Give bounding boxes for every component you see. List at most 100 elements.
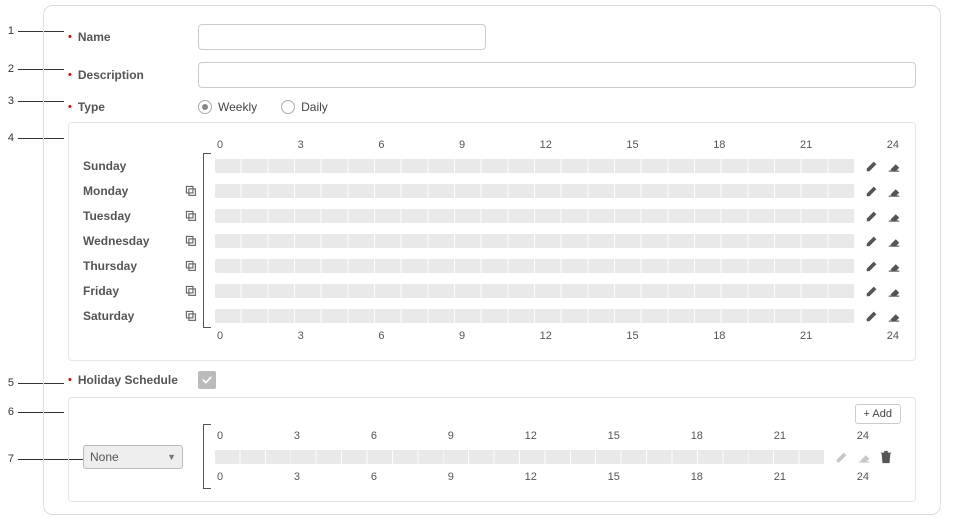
schedule-bar-row <box>215 253 901 278</box>
type-label: Type <box>78 100 105 114</box>
callout-1: 1 <box>2 25 14 37</box>
axis-tick: 18 <box>691 430 703 442</box>
required-marker: • <box>68 70 72 81</box>
day-label: Wednesday <box>83 234 149 248</box>
schedule-time-bar[interactable] <box>215 309 855 323</box>
required-marker: • <box>68 32 72 43</box>
copy-day-icon[interactable] <box>183 259 197 273</box>
radio-label: Weekly <box>218 100 257 114</box>
axis-tick: 12 <box>540 330 552 342</box>
schedule-time-bar[interactable] <box>215 284 855 298</box>
bracket-left <box>203 424 211 489</box>
day-row: Tuesday <box>83 203 203 228</box>
erase-icon[interactable] <box>887 184 901 198</box>
axis-top: 03691215182124 <box>215 133 901 153</box>
schedule-bar-row <box>215 303 901 328</box>
schedule-bar-row <box>215 178 901 203</box>
edit-icon[interactable] <box>865 309 879 323</box>
name-label: Name <box>78 30 111 44</box>
schedule-time-bar[interactable] <box>215 259 855 273</box>
edit-icon[interactable] <box>865 159 879 173</box>
axis-tick: 24 <box>857 471 869 483</box>
erase-icon[interactable] <box>887 159 901 173</box>
edit-icon[interactable] <box>865 284 879 298</box>
day-row: Friday <box>83 278 203 303</box>
description-row: • Description <box>68 62 916 88</box>
type-radio-daily[interactable]: Daily <box>281 100 328 114</box>
day-label: Tuesday <box>83 209 131 223</box>
type-radio-weekly[interactable]: Weekly <box>198 100 257 114</box>
edit-icon[interactable] <box>865 209 879 223</box>
radio-icon <box>198 100 212 114</box>
schedule-bar-row <box>215 153 901 178</box>
copy-day-icon[interactable] <box>183 234 197 248</box>
erase-icon[interactable] <box>887 284 901 298</box>
schedule-time-bar[interactable] <box>215 159 855 173</box>
axis-tick: 0 <box>217 139 223 151</box>
axis-bottom: 03691215182124 <box>215 328 901 348</box>
schedule-time-bar[interactable] <box>215 184 855 198</box>
axis-tick: 18 <box>713 139 725 151</box>
edit-icon[interactable] <box>865 184 879 198</box>
description-input[interactable] <box>198 62 916 88</box>
schedule-time-bar[interactable] <box>215 234 855 248</box>
callout-6: 6 <box>2 406 14 418</box>
axis-tick: 6 <box>371 471 377 483</box>
edit-icon[interactable] <box>865 234 879 248</box>
name-input[interactable] <box>198 24 486 50</box>
axis-tick: 0 <box>217 330 223 342</box>
form-panel: • Name • Description • Type Weekly Daily <box>43 5 941 515</box>
axis-tick: 9 <box>448 430 454 442</box>
type-radio-group: Weekly Daily <box>198 100 328 114</box>
axis-tick: 3 <box>298 330 304 342</box>
day-row: Thursday <box>83 253 203 278</box>
holiday-schedule-row: • Holiday Schedule <box>68 371 916 389</box>
edit-icon <box>835 450 849 464</box>
copy-day-icon[interactable] <box>183 284 197 298</box>
holiday-bar-row <box>215 444 871 469</box>
axis-tick: 24 <box>887 330 899 342</box>
erase-icon[interactable] <box>887 209 901 223</box>
holiday-time-bar[interactable] <box>215 450 825 464</box>
axis-tick: 21 <box>800 139 812 151</box>
edit-icon[interactable] <box>865 259 879 273</box>
delete-icon[interactable] <box>879 450 893 464</box>
radio-icon <box>281 100 295 114</box>
axis-tick: 0 <box>217 471 223 483</box>
axis-tick: 0 <box>217 430 223 442</box>
callout-2: 2 <box>2 63 14 75</box>
erase-icon[interactable] <box>887 309 901 323</box>
erase-icon[interactable] <box>887 259 901 273</box>
schedule-bar-row <box>215 203 901 228</box>
add-holiday-button[interactable]: + Add <box>855 404 901 424</box>
holiday-label: Holiday Schedule <box>78 373 178 387</box>
holiday-axis-bottom: 03691215182124 <box>215 469 871 489</box>
callout-4: 4 <box>2 132 14 144</box>
callout-3: 3 <box>2 95 14 107</box>
day-row: Monday <box>83 178 203 203</box>
required-marker: • <box>68 375 72 386</box>
axis-tick: 3 <box>298 139 304 151</box>
day-label: Monday <box>83 184 128 198</box>
day-label: Thursday <box>83 259 137 273</box>
erase-icon <box>857 450 871 464</box>
holiday-checkbox[interactable] <box>198 371 216 389</box>
axis-tick: 3 <box>294 471 300 483</box>
schedule-time-bar[interactable] <box>215 209 855 223</box>
axis-tick: 6 <box>378 139 384 151</box>
copy-day-icon[interactable] <box>183 309 197 323</box>
axis-tick: 12 <box>525 471 537 483</box>
axis-tick: 12 <box>540 139 552 151</box>
holiday-select-value: None <box>90 450 119 464</box>
copy-day-icon[interactable] <box>183 209 197 223</box>
axis-tick: 24 <box>887 139 899 151</box>
day-row: Sunday <box>83 153 203 178</box>
copy-day-icon[interactable] <box>183 184 197 198</box>
holiday-axis-top: 03691215182124 <box>215 424 871 444</box>
erase-icon[interactable] <box>887 234 901 248</box>
holiday-select[interactable]: None ▼ <box>83 445 183 469</box>
axis-tick: 18 <box>691 471 703 483</box>
axis-tick: 9 <box>459 139 465 151</box>
day-label: Sunday <box>83 159 126 173</box>
axis-tick: 24 <box>857 430 869 442</box>
